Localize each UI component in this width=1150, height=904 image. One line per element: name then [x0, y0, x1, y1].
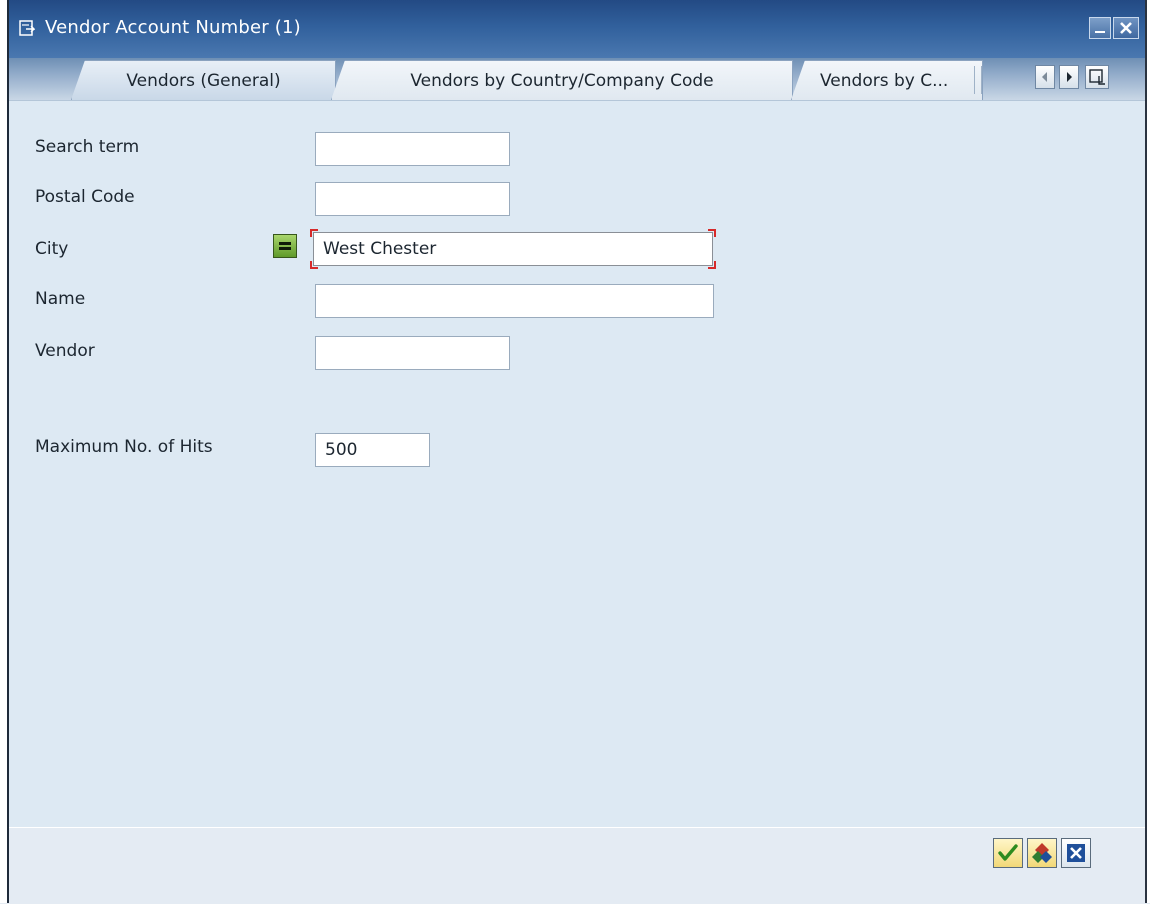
multiple-selection-button[interactable] — [1027, 838, 1057, 868]
multiple-selection-icon — [1032, 843, 1052, 863]
selection-option-button[interactable] — [273, 234, 297, 258]
tab-vendors-by-c[interactable]: Vendors by C... — [791, 60, 983, 100]
close-icon — [1120, 22, 1132, 34]
arrow-left-icon — [1042, 72, 1047, 82]
tab-list-icon — [1089, 69, 1105, 85]
window-menu-icon[interactable] — [19, 20, 35, 36]
tab-scroll-right-button[interactable] — [1059, 65, 1079, 89]
cancel-button[interactable] — [1061, 838, 1091, 868]
city-field-wrapper — [310, 229, 716, 269]
name-label: Name — [35, 289, 86, 309]
required-marker — [708, 229, 716, 237]
close-button[interactable] — [1113, 17, 1139, 39]
required-marker — [310, 261, 318, 269]
tab-scroll-left-button[interactable] — [1035, 65, 1055, 89]
required-marker — [708, 261, 716, 269]
city-input[interactable] — [313, 232, 713, 266]
dialog-button-bar — [9, 827, 1145, 904]
minimize-icon — [1095, 31, 1105, 33]
vendor-label: Vendor — [35, 341, 95, 361]
search-term-label: Search term — [35, 137, 140, 157]
continue-button[interactable] — [993, 838, 1023, 868]
arrow-right-icon — [1067, 72, 1072, 82]
vendor-input[interactable] — [315, 336, 510, 370]
tab-vendors-general[interactable]: Vendors (General) — [71, 60, 336, 100]
tab-vendors-by-country-company-code[interactable]: Vendors by Country/Company Code — [331, 60, 793, 100]
left-edge — [0, 0, 7, 903]
postal-code-label: Postal Code — [35, 187, 135, 207]
name-input[interactable] — [315, 284, 714, 318]
checkmark-icon — [998, 844, 1018, 861]
search-form-panel: Search term Postal Code City Name Vendor… — [9, 100, 1145, 828]
cancel-icon — [1067, 844, 1085, 862]
postal-code-input[interactable] — [315, 182, 510, 216]
city-label: City — [35, 239, 69, 259]
tab-strip: Vendors (General) Vendors by Country/Com… — [9, 58, 1145, 100]
dialog-title: Vendor Account Number (1) — [45, 17, 301, 38]
minimize-button[interactable] — [1089, 17, 1111, 39]
tab-overflow-grip — [974, 66, 982, 94]
equals-icon — [279, 242, 291, 250]
required-marker — [310, 229, 318, 237]
tab-list-button[interactable] — [1085, 65, 1109, 89]
dialog-title-bar: Vendor Account Number (1) — [9, 0, 1145, 58]
max-hits-label: Maximum No. of Hits — [35, 437, 213, 457]
search-term-input[interactable] — [315, 132, 510, 166]
max-hits-input[interactable] — [315, 433, 430, 467]
